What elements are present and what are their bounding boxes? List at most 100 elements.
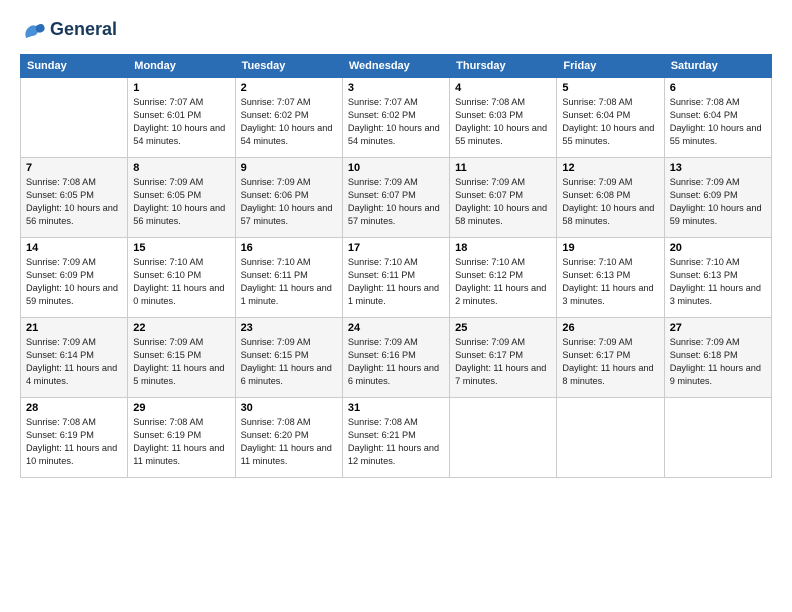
logo-text: General	[50, 20, 117, 40]
calendar-cell: 20Sunrise: 7:10 AM Sunset: 6:13 PM Dayli…	[664, 238, 771, 318]
day-info: Sunrise: 7:10 AM Sunset: 6:12 PM Dayligh…	[455, 256, 551, 308]
calendar-cell	[21, 78, 128, 158]
calendar-table: SundayMondayTuesdayWednesdayThursdayFrid…	[20, 54, 772, 478]
day-info: Sunrise: 7:07 AM Sunset: 6:02 PM Dayligh…	[241, 96, 337, 148]
logo: General	[20, 16, 117, 44]
day-info: Sunrise: 7:08 AM Sunset: 6:03 PM Dayligh…	[455, 96, 551, 148]
day-number: 30	[241, 402, 337, 414]
calendar-cell: 4 Sunrise: 7:08 AM Sunset: 6:03 PM Daylig…	[450, 78, 557, 158]
calendar-cell: 21 Sunrise: 7:09 AM Sunset: 6:14 PM Dayli…	[21, 318, 128, 398]
day-number: 10	[348, 162, 444, 174]
calendar-body: 1Sunrise: 7:07 AM Sunset: 6:01 PM Daylig…	[21, 78, 772, 478]
weekday-header-wednesday: Wednesday	[342, 55, 449, 78]
calendar-cell: 2 Sunrise: 7:07 AM Sunset: 6:02 PM Daylig…	[235, 78, 342, 158]
day-info: Sunrise: 7:09 AM Sunset: 6:17 PM Dayligh…	[455, 336, 551, 388]
day-info: Sunrise: 7:09 AM Sunset: 6:17 PM Dayligh…	[562, 336, 658, 388]
weekday-header-row: SundayMondayTuesdayWednesdayThursdayFrid…	[21, 55, 772, 78]
day-number: 4	[455, 82, 551, 94]
day-info: Sunrise: 7:10 AM Sunset: 6:11 PM Dayligh…	[241, 256, 337, 308]
calendar-cell: 16 Sunrise: 7:10 AM Sunset: 6:11 PM Dayli…	[235, 238, 342, 318]
day-number: 20	[670, 242, 766, 254]
calendar-cell: 18 Sunrise: 7:10 AM Sunset: 6:12 PM Dayli…	[450, 238, 557, 318]
day-info: Sunrise: 7:09 AM Sunset: 6:15 PM Dayligh…	[133, 336, 229, 388]
day-info: Sunrise: 7:08 AM Sunset: 6:20 PM Dayligh…	[241, 416, 337, 468]
day-info: Sunrise: 7:08 AM Sunset: 6:19 PM Dayligh…	[26, 416, 122, 468]
day-number: 7	[26, 162, 122, 174]
week-row-2: 7 Sunrise: 7:08 AM Sunset: 6:05 PM Daylig…	[21, 158, 772, 238]
day-info: Sunrise: 7:09 AM Sunset: 6:15 PM Dayligh…	[241, 336, 337, 388]
calendar-cell: 26 Sunrise: 7:09 AM Sunset: 6:17 PM Dayli…	[557, 318, 664, 398]
day-info: Sunrise: 7:09 AM Sunset: 6:09 PM Dayligh…	[26, 256, 122, 308]
day-info: Sunrise: 7:09 AM Sunset: 6:06 PM Dayligh…	[241, 176, 337, 228]
calendar-cell: 1Sunrise: 7:07 AM Sunset: 6:01 PM Daylig…	[128, 78, 235, 158]
calendar-cell	[664, 398, 771, 478]
header: General	[20, 16, 772, 44]
calendar-cell: 11 Sunrise: 7:09 AM Sunset: 6:07 PM Dayli…	[450, 158, 557, 238]
weekday-header-friday: Friday	[557, 55, 664, 78]
day-number: 27	[670, 322, 766, 334]
day-number: 18	[455, 242, 551, 254]
calendar-cell: 8 Sunrise: 7:09 AM Sunset: 6:05 PM Daylig…	[128, 158, 235, 238]
day-number: 24	[348, 322, 444, 334]
calendar-cell: 25 Sunrise: 7:09 AM Sunset: 6:17 PM Dayli…	[450, 318, 557, 398]
day-number: 21	[26, 322, 122, 334]
day-number: 22	[133, 322, 229, 334]
calendar-cell: 29Sunrise: 7:08 AM Sunset: 6:19 PM Dayli…	[128, 398, 235, 478]
day-info: Sunrise: 7:08 AM Sunset: 6:05 PM Dayligh…	[26, 176, 122, 228]
day-number: 5	[562, 82, 658, 94]
day-number: 13	[670, 162, 766, 174]
day-number: 11	[455, 162, 551, 174]
calendar-cell: 17 Sunrise: 7:10 AM Sunset: 6:11 PM Dayli…	[342, 238, 449, 318]
day-number: 31	[348, 402, 444, 414]
calendar-cell: 13 Sunrise: 7:09 AM Sunset: 6:09 PM Dayli…	[664, 158, 771, 238]
day-number: 3	[348, 82, 444, 94]
week-row-3: 14 Sunrise: 7:09 AM Sunset: 6:09 PM Dayli…	[21, 238, 772, 318]
day-info: Sunrise: 7:10 AM Sunset: 6:10 PM Dayligh…	[133, 256, 229, 308]
weekday-header-sunday: Sunday	[21, 55, 128, 78]
day-number: 16	[241, 242, 337, 254]
day-number: 2	[241, 82, 337, 94]
weekday-header-saturday: Saturday	[664, 55, 771, 78]
day-info: Sunrise: 7:10 AM Sunset: 6:13 PM Dayligh…	[562, 256, 658, 308]
calendar-cell	[450, 398, 557, 478]
calendar-cell: 3 Sunrise: 7:07 AM Sunset: 6:02 PM Daylig…	[342, 78, 449, 158]
day-info: Sunrise: 7:08 AM Sunset: 6:19 PM Dayligh…	[133, 416, 229, 468]
calendar-cell: 10 Sunrise: 7:09 AM Sunset: 6:07 PM Dayli…	[342, 158, 449, 238]
day-number: 8	[133, 162, 229, 174]
calendar-cell: 7 Sunrise: 7:08 AM Sunset: 6:05 PM Daylig…	[21, 158, 128, 238]
day-info: Sunrise: 7:09 AM Sunset: 6:08 PM Dayligh…	[562, 176, 658, 228]
weekday-header-thursday: Thursday	[450, 55, 557, 78]
day-info: Sunrise: 7:08 AM Sunset: 6:04 PM Dayligh…	[562, 96, 658, 148]
day-info: Sunrise: 7:09 AM Sunset: 6:09 PM Dayligh…	[670, 176, 766, 228]
calendar-cell: 15Sunrise: 7:10 AM Sunset: 6:10 PM Dayli…	[128, 238, 235, 318]
calendar-cell: 22 Sunrise: 7:09 AM Sunset: 6:15 PM Dayli…	[128, 318, 235, 398]
day-info: Sunrise: 7:09 AM Sunset: 6:07 PM Dayligh…	[348, 176, 444, 228]
day-number: 9	[241, 162, 337, 174]
page: General SundayMondayTuesdayWednesdayThur…	[0, 0, 792, 612]
calendar-cell: 31Sunrise: 7:08 AM Sunset: 6:21 PM Dayli…	[342, 398, 449, 478]
calendar-cell: 9 Sunrise: 7:09 AM Sunset: 6:06 PM Daylig…	[235, 158, 342, 238]
week-row-4: 21 Sunrise: 7:09 AM Sunset: 6:14 PM Dayli…	[21, 318, 772, 398]
day-number: 14	[26, 242, 122, 254]
calendar-cell: 19Sunrise: 7:10 AM Sunset: 6:13 PM Dayli…	[557, 238, 664, 318]
day-number: 26	[562, 322, 658, 334]
calendar-cell: 5 Sunrise: 7:08 AM Sunset: 6:04 PM Daylig…	[557, 78, 664, 158]
day-info: Sunrise: 7:10 AM Sunset: 6:11 PM Dayligh…	[348, 256, 444, 308]
calendar-cell: 14 Sunrise: 7:09 AM Sunset: 6:09 PM Dayli…	[21, 238, 128, 318]
day-info: Sunrise: 7:09 AM Sunset: 6:07 PM Dayligh…	[455, 176, 551, 228]
day-number: 17	[348, 242, 444, 254]
calendar-cell: 23Sunrise: 7:09 AM Sunset: 6:15 PM Dayli…	[235, 318, 342, 398]
day-info: Sunrise: 7:08 AM Sunset: 6:04 PM Dayligh…	[670, 96, 766, 148]
day-info: Sunrise: 7:09 AM Sunset: 6:05 PM Dayligh…	[133, 176, 229, 228]
day-number: 25	[455, 322, 551, 334]
logo-icon	[20, 16, 48, 44]
day-number: 1	[133, 82, 229, 94]
calendar-cell: 6Sunrise: 7:08 AM Sunset: 6:04 PM Daylig…	[664, 78, 771, 158]
calendar-cell: 28Sunrise: 7:08 AM Sunset: 6:19 PM Dayli…	[21, 398, 128, 478]
day-info: Sunrise: 7:07 AM Sunset: 6:02 PM Dayligh…	[348, 96, 444, 148]
calendar-cell	[557, 398, 664, 478]
day-number: 12	[562, 162, 658, 174]
calendar-cell: 30 Sunrise: 7:08 AM Sunset: 6:20 PM Dayli…	[235, 398, 342, 478]
calendar-cell: 12 Sunrise: 7:09 AM Sunset: 6:08 PM Dayli…	[557, 158, 664, 238]
day-info: Sunrise: 7:09 AM Sunset: 6:14 PM Dayligh…	[26, 336, 122, 388]
